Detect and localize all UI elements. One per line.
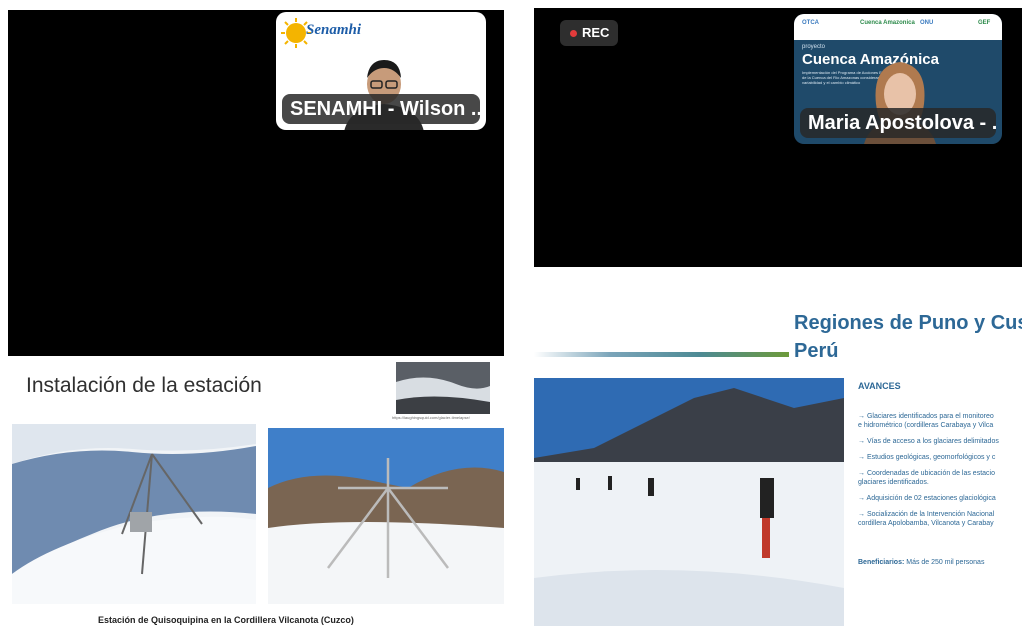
photo-caption: Estación de Quisoquipina en la Cordiller… [98,615,354,625]
avances-heading: AVANCES [858,381,901,391]
virtual-background-header: OTCA Cuenca Amazonica ONU GEF [794,14,1002,40]
avances-item: → Socialización de la Intervención Nacio… [858,511,995,518]
avances-item: → Estudios geológicas, geomorfológicos y… [858,454,996,461]
onu-logo: ONU [920,20,934,26]
participant-name-wilson: SENAMHI - Wilson ... [282,94,480,124]
otca-logo: OTCA [802,20,819,26]
title-divider-bar [534,352,789,357]
cuenca-logo: Cuenca Amazonica [860,20,915,26]
gef-logo: GEF [978,20,991,26]
avances-item: → Vías de acceso a los glaciares delimit… [858,438,999,445]
beneficiarios: Beneficiarios: Más de 250 mil personas [858,559,984,566]
background-proyecto-label: proyecto [802,44,826,50]
slide-title-line2: Perú [794,340,839,362]
weather-station-photo-a [12,424,256,604]
avances-item: → Glaciares identificados para el monito… [858,413,994,420]
avances-item: glaciares identificados. [858,479,929,486]
rec-dot-icon [570,29,577,37]
senamhi-logo-text: Senamhi [306,22,362,38]
glacier-expedition-photo [534,378,844,626]
shared-slide-right: Regiones de Puno y Cusco, Perú AVANCES →… [534,268,1022,628]
beneficiarios-value: Más de 250 mil personas [904,559,985,566]
participant-name-maria: Maria Apostolova - ... [800,108,996,138]
weather-station-photo-b [268,428,504,604]
recording-indicator: REC [560,20,618,46]
beneficiarios-label: Beneficiarios: [858,559,905,566]
rec-label: REC [582,25,610,40]
slide-title-line1: Regiones de Puno y Cusco, [794,312,1022,334]
avances-item: cordillera Apolobamba, Vilcanota y Carab… [858,520,994,527]
glacier-thumbnail-image [396,362,490,414]
avances-item: → Adquisición de 02 estaciones glaciológ… [858,495,996,502]
avances-item: → Coordenadas de ubicación de las estaci… [858,470,995,477]
avances-item: e hidrométrico (cordilleras Carabaya y V… [858,422,994,429]
slide-title: Instalación de la estación [26,374,262,397]
participant-tile-wilson[interactable]: Senamhi SENAMHI - Wilson ... [276,12,486,130]
thumbnail-source: https://laughingsquid.com/glacier-timela… [392,415,470,420]
participant-tile-maria[interactable]: OTCA Cuenca Amazonica ONU GEF proyecto C… [794,14,1002,144]
shared-slide-left: Instalación de la estación https://laugh… [8,356,504,628]
avances-list: → Glaciares identificados para el monito… [858,412,1022,535]
